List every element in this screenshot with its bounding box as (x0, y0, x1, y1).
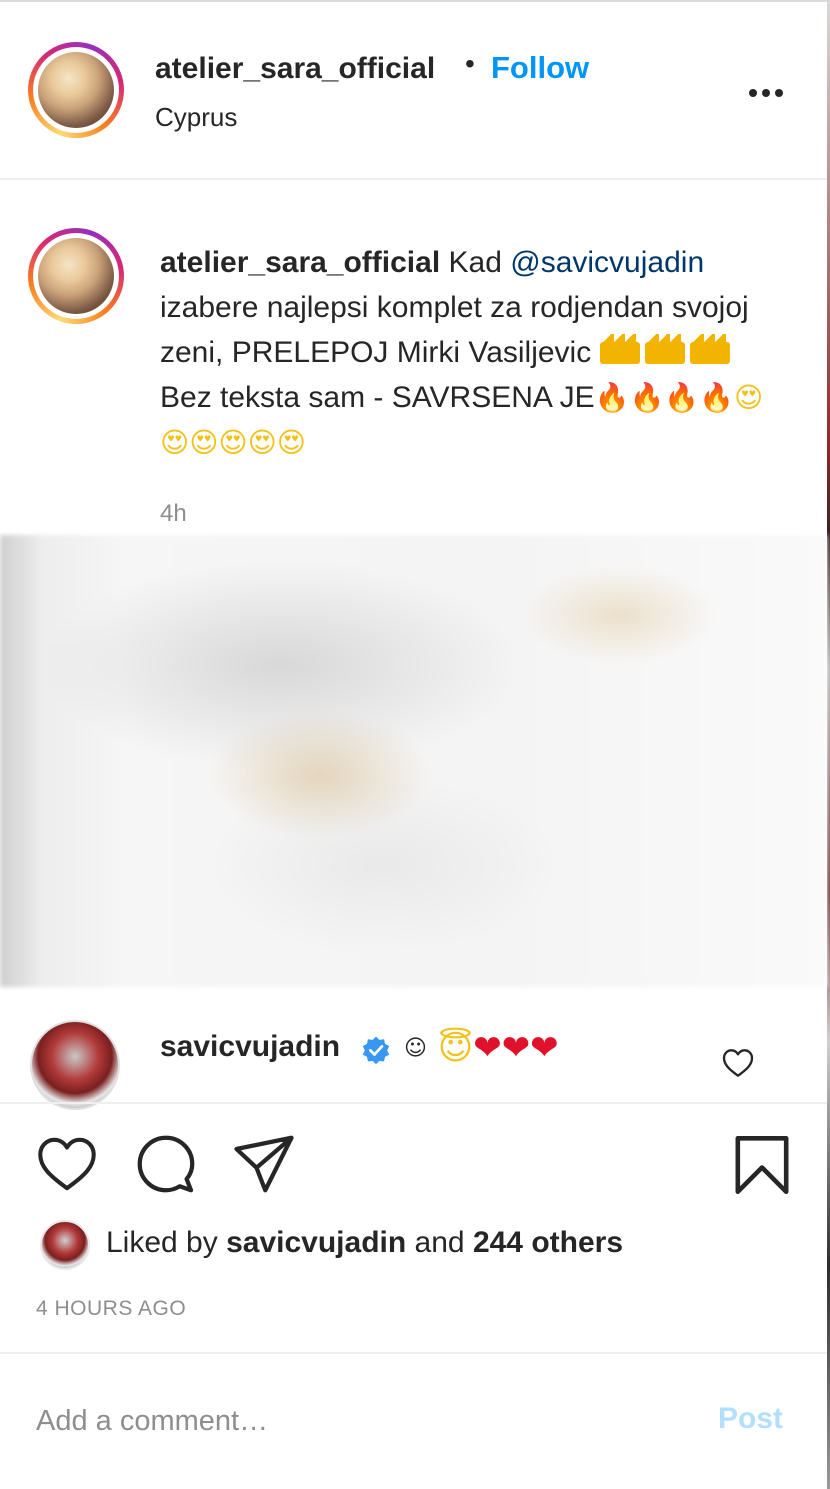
caption-username[interactable]: atelier_sara_official (160, 246, 440, 279)
likes-prefix: Liked by (106, 1226, 218, 1259)
crown-icon (689, 334, 730, 364)
post-header: atelier_sara_official • Follow Cyprus (0, 2, 827, 180)
smile-emoji: ☺ (404, 1036, 427, 1061)
verified-badge-icon (362, 1036, 390, 1065)
crown-icon (644, 334, 685, 364)
red-heart-emojis: ❤❤❤ (473, 1028, 559, 1068)
likes-others-count[interactable]: 244 others (473, 1226, 623, 1259)
commenter-username[interactable]: savicvujadin (160, 1030, 340, 1064)
more-horizontal-icon[interactable] (746, 86, 786, 100)
post-location[interactable]: Cyprus (155, 102, 237, 133)
liker-username[interactable]: savicvujadin (226, 1226, 406, 1259)
likes-text: Liked by savicvujadin and 244 others (106, 1226, 623, 1260)
caption-timestamp[interactable]: 4h (160, 500, 187, 528)
paper-plane-icon[interactable] (232, 1134, 296, 1194)
caption-text-start: Kad (448, 246, 502, 279)
likes-conjunction: and (414, 1226, 465, 1259)
caption-mention-link[interactable]: @savicvujadin (510, 246, 704, 279)
author-avatar[interactable] (28, 42, 124, 138)
post-comment-button[interactable]: Post (718, 1402, 783, 1436)
bookmark-icon[interactable] (734, 1134, 790, 1196)
caption-text-end: Bez teksta sam - SAVRSENA JE (160, 381, 595, 414)
heart-outline-icon[interactable] (36, 1136, 98, 1192)
comment-text: ☺ 😇❤❤❤ (404, 1028, 559, 1069)
comment-heart-icon[interactable] (722, 1048, 754, 1078)
angel-emoji: 😇 (437, 1028, 474, 1068)
add-comment-input[interactable] (36, 1398, 676, 1444)
crown-emojis (599, 334, 735, 369)
fire-emojis: 🔥🔥🔥🔥 (594, 381, 735, 414)
section-divider (0, 1102, 827, 1104)
comment-box-divider (0, 1352, 827, 1354)
caption-author-avatar-photo (38, 238, 114, 314)
crown-icon (599, 334, 640, 364)
likes-summary: Liked by savicvujadin and 244 others (40, 1218, 740, 1270)
post-caption: atelier_sara_official Kad @savicvujadin … (160, 240, 780, 465)
instagram-post-panel: atelier_sara_official • Follow Cyprus at… (0, 0, 830, 1489)
follow-button[interactable]: Follow (491, 50, 589, 86)
post-media-blurred[interactable] (0, 535, 827, 987)
post-time-ago[interactable]: 4 HOURS AGO (36, 1297, 186, 1321)
comment-bubble-icon[interactable] (135, 1134, 197, 1194)
follow-separator: • (465, 48, 475, 79)
liker-avatar[interactable] (40, 1220, 90, 1270)
caption-author-avatar[interactable] (28, 228, 124, 324)
commenter-avatar[interactable] (30, 1020, 120, 1110)
author-avatar-photo (38, 52, 114, 128)
author-username[interactable]: atelier_sara_official (155, 52, 435, 86)
